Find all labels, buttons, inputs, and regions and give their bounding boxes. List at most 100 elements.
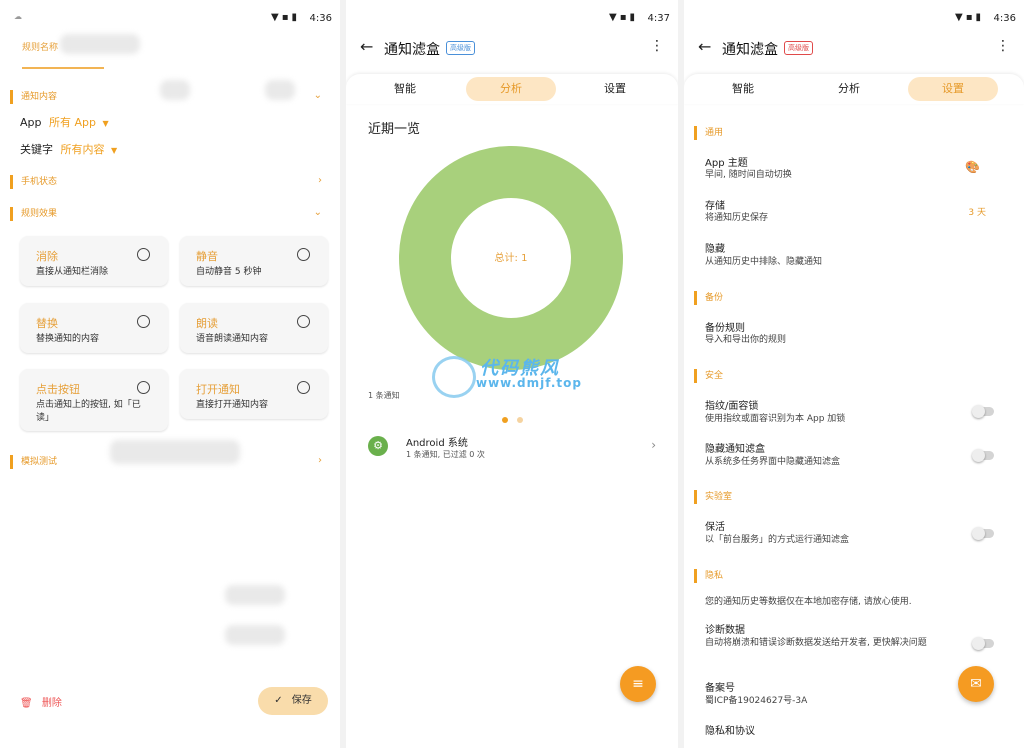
status-icons: ▼▪▮ [609, 12, 638, 23]
biometric-lock-title[interactable]: 指纹/面容锁 [705, 397, 758, 412]
app-label: App [20, 116, 42, 129]
status-bar: ☁ ▼▪▮ 4:36 [0, 0, 340, 34]
icp-title[interactable]: 备案号 [705, 679, 735, 694]
page-dot-active [502, 417, 508, 423]
card-title: 替换 [36, 317, 58, 330]
storage-value[interactable]: 3 天 [968, 205, 986, 218]
blurred-area [60, 34, 140, 54]
chart-center-label: 总计: 1 [495, 251, 528, 264]
more-vert-icon[interactable]: ⋮ [996, 38, 1010, 54]
effect-card-open[interactable]: 打开通知 直接打开通知内容 [180, 369, 328, 419]
storage-title[interactable]: 存储 [705, 197, 725, 212]
app-title: 通知滤盒 [722, 42, 778, 58]
diagnostics-subtitle: 自动将崩溃和错误诊断数据发送给开发者, 更快解决问题 [705, 638, 927, 648]
keep-alive-title[interactable]: 保活 [705, 518, 725, 533]
donut-chart: 总计: 1 [399, 146, 623, 370]
tab-rule-name[interactable]: 规则名称 [22, 40, 58, 53]
section-phone-state[interactable]: 手机状态 [10, 175, 57, 189]
page-dot [517, 417, 524, 423]
blurred-area [110, 440, 240, 464]
card-title: 消除 [36, 250, 58, 263]
diagnostics-toggle[interactable] [972, 637, 994, 650]
radio-button[interactable] [297, 381, 310, 394]
feedback-fab-button[interactable]: ✉ [958, 666, 994, 702]
diagnostics-title[interactable]: 诊断数据 [705, 621, 745, 636]
effect-card-click-button[interactable]: 点击按钮 点击通知上的按钮, 如「已读」 [20, 369, 168, 431]
keep-alive-toggle[interactable] [972, 527, 994, 540]
card-subtitle: 直接打开通知内容 [196, 400, 269, 410]
blurred-area [160, 80, 190, 100]
section-security: 安全 [694, 369, 723, 383]
save-button[interactable]: ✓ 保存 [258, 687, 328, 715]
list-item[interactable]: ⚙ Android 系统 1 条通知, 已过滤 0 次 › [366, 430, 656, 464]
section-rule-effect[interactable]: 规则效果 [10, 207, 57, 221]
app-bar: ← 通知滤盒 高级版 ⋮ [346, 34, 678, 74]
tab-smart[interactable]: 智能 [360, 77, 450, 101]
hide-subtitle: 从通知历史中排除、隐藏通知 [705, 257, 823, 267]
tab-settings[interactable]: 设置 [570, 77, 660, 101]
hide-app-subtitle: 从系统多任务界面中隐藏通知滤盒 [705, 457, 841, 467]
item-title: Android 系统 [406, 438, 468, 449]
radio-button[interactable] [137, 315, 150, 328]
chevron-down-icon[interactable]: ⌄ [314, 207, 322, 218]
effect-card-replace[interactable]: 替换 替换通知的内容 [20, 303, 168, 353]
dropdown-icon[interactable]: ▼ [111, 146, 117, 155]
radio-button[interactable] [297, 315, 310, 328]
card-title: 朗读 [196, 317, 218, 330]
tab-settings[interactable]: 设置 [908, 77, 998, 101]
status-icons: ▼▪▮ [271, 12, 300, 23]
theme-title[interactable]: App 主题 [705, 154, 748, 169]
watermark-subtitle: www.dmjf.top [476, 376, 582, 390]
delete-button[interactable]: 🗑 删除 [20, 694, 62, 709]
app-filter-row[interactable]: App 所有 App ▼ [20, 114, 109, 130]
app-bar: ← 通知滤盒 高级版 ⋮ [684, 34, 1024, 74]
hide-app-toggle[interactable] [972, 449, 994, 462]
radio-button[interactable] [297, 248, 310, 261]
hide-app-title[interactable]: 隐藏通知滤盒 [705, 440, 765, 455]
dropdown-icon[interactable]: ▼ [103, 119, 109, 128]
back-arrow-icon[interactable]: ← [360, 37, 373, 56]
chevron-down-icon[interactable]: ⌄ [314, 90, 322, 101]
settings-screen: ▼▪▮ 4:36 ← 通知滤盒 高级版 ⋮ 智能 分析 设置 通用 App 主题… [684, 0, 1024, 748]
cloud-icon: ☁ [14, 12, 22, 21]
chevron-right-icon[interactable]: › [318, 455, 322, 466]
card-title: 打开通知 [196, 383, 240, 396]
rule-editor-screen: ☁ ▼▪▮ 4:36 规则名称 通知内容 ⌄ App 所有 App ▼ 关键字 … [0, 0, 340, 748]
tab-analysis[interactable]: 分析 [466, 77, 556, 101]
tab-smart[interactable]: 智能 [698, 77, 788, 101]
effect-card-read-aloud[interactable]: 朗读 语音朗读通知内容 [180, 303, 328, 353]
back-arrow-icon[interactable]: ← [698, 37, 711, 56]
palette-icon[interactable]: 🎨 [965, 160, 980, 174]
sort-icon: ≡ [632, 676, 644, 692]
biometric-lock-toggle[interactable] [972, 405, 994, 418]
filter-fab-button[interactable]: ≡ [620, 666, 656, 702]
storage-subtitle: 将通知历史保存 [705, 213, 769, 223]
biometric-lock-subtitle: 使用指纹或面容识别为本 App 加锁 [705, 414, 846, 424]
effect-card-dismiss[interactable]: 消除 直接从通知栏消除 [20, 236, 168, 286]
policy-title[interactable]: 隐私和协议 [705, 722, 755, 737]
premium-badge: 高级版 [446, 41, 475, 55]
radio-button[interactable] [137, 381, 150, 394]
item-subtitle: 1 条通知, 已过滤 0 次 [406, 450, 485, 459]
tab-analysis[interactable]: 分析 [804, 77, 894, 101]
theme-subtitle: 早间, 随时间自动切换 [705, 170, 792, 180]
section-lab: 实验室 [694, 490, 732, 504]
hide-title[interactable]: 隐藏 [705, 240, 725, 255]
chevron-right-icon: › [651, 438, 656, 452]
more-vert-icon[interactable]: ⋮ [650, 38, 664, 54]
card-subtitle: 替换通知的内容 [36, 334, 100, 344]
trash-icon: 🗑 [20, 698, 33, 709]
section-simulate[interactable]: 模拟测试 [10, 455, 57, 469]
notification-count: 1 条通知 [368, 391, 400, 400]
chevron-right-icon[interactable]: › [318, 175, 322, 186]
watermark: 代码熊风 www.dmjf.top [432, 354, 602, 398]
blurred-area [225, 585, 285, 605]
section-notify-content[interactable]: 通知内容 [10, 90, 57, 104]
keyword-value[interactable]: 所有内容 [61, 143, 105, 156]
backup-rules-title[interactable]: 备份规则 [705, 319, 745, 334]
app-value[interactable]: 所有 App [49, 116, 96, 129]
radio-button[interactable] [137, 248, 150, 261]
effect-card-mute[interactable]: 静音 自动静音 5 秒钟 [180, 236, 328, 286]
mail-icon: ✉ [970, 676, 982, 692]
keyword-filter-row[interactable]: 关键字 所有内容 ▼ [20, 141, 117, 157]
